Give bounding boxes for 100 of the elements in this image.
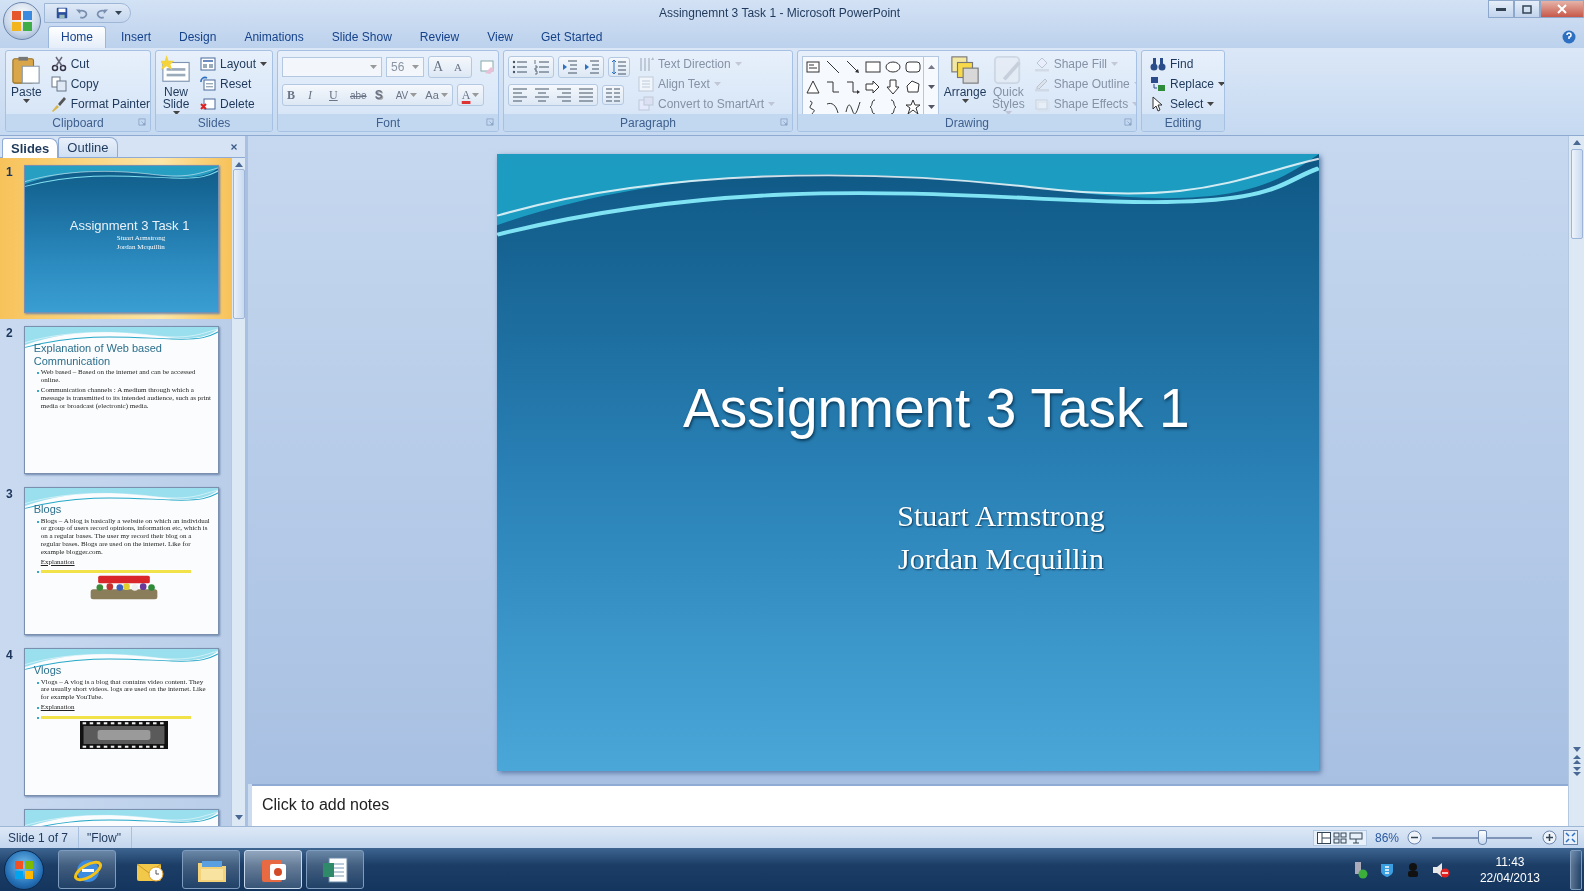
replace-button[interactable]: Replace xyxy=(1146,74,1224,94)
fit-window-icon[interactable] xyxy=(1563,830,1578,845)
font-name-field[interactable] xyxy=(282,57,382,77)
select-button[interactable]: Select xyxy=(1146,94,1224,114)
italic-button[interactable]: I xyxy=(304,85,325,105)
start-button[interactable] xyxy=(4,849,44,890)
ribbon-tab[interactable]: Slide Show xyxy=(318,26,405,48)
taskbar-button[interactable] xyxy=(244,850,302,889)
scrollbar[interactable] xyxy=(1568,784,1584,826)
strikethrough-button[interactable]: abe xyxy=(346,85,371,105)
scrollbar[interactable] xyxy=(231,158,245,826)
ribbon-tab[interactable]: Insert xyxy=(108,26,165,48)
font-color-button[interactable]: A xyxy=(457,85,484,105)
ribbon-tab[interactable]: Design xyxy=(166,26,230,48)
slide-thumbnail[interactable] xyxy=(23,326,219,474)
right-arrow-shape-icon xyxy=(865,79,881,95)
taskbar-button[interactable] xyxy=(306,850,364,889)
slide-canvas[interactable]: Assignment 3 Task 1 Stuart Armstrong Jordan Mcquillin xyxy=(497,154,1319,771)
caret-icon xyxy=(440,93,448,97)
find-button[interactable]: Find xyxy=(1146,54,1224,74)
slideshow-icon[interactable] xyxy=(1348,831,1363,844)
justify-icon xyxy=(578,87,594,103)
previous-slide-icon[interactable] xyxy=(1572,755,1581,764)
bullet-icon xyxy=(36,372,39,375)
eraser-icon xyxy=(479,59,495,75)
bold-button[interactable]: B xyxy=(283,85,304,105)
scroll-up-icon[interactable] xyxy=(1572,140,1581,145)
pane-tab[interactable]: Outline xyxy=(58,137,118,157)
paintbrush-icon xyxy=(50,96,67,112)
layout-button[interactable]: Layout xyxy=(196,54,272,74)
ribbon-tab[interactable]: Home xyxy=(48,26,106,48)
minimize-button[interactable] xyxy=(1488,0,1514,18)
slide-title: Assignment 3 Task 1 xyxy=(69,218,191,233)
next-slide-icon[interactable] xyxy=(1572,767,1581,776)
windows-logo-icon xyxy=(14,859,34,880)
ribbon-tab[interactable]: View xyxy=(474,26,526,48)
speaker-muted-icon[interactable] xyxy=(1431,861,1450,878)
zoom-in-icon[interactable] xyxy=(1542,830,1557,845)
scroll-up-icon[interactable] xyxy=(234,162,243,167)
scroll-down-icon[interactable] xyxy=(234,815,243,820)
columns-button[interactable] xyxy=(602,85,624,105)
caret-icon xyxy=(22,99,30,103)
zoom-level[interactable]: 86% xyxy=(1374,830,1399,845)
down-arrow-shape-button[interactable] xyxy=(883,77,903,97)
scrollbar-thumb[interactable] xyxy=(232,169,245,319)
pane-tab[interactable]: Slides xyxy=(2,138,59,158)
paste-button[interactable]: Paste xyxy=(10,54,43,114)
underline-button[interactable]: U xyxy=(325,85,346,105)
format-painter-button[interactable]: Format Painter xyxy=(46,94,150,114)
slide-sorter-icon[interactable] xyxy=(1332,831,1347,844)
align-center-icon xyxy=(534,87,550,103)
clock-date[interactable]: 22/04/2013 xyxy=(1479,869,1540,886)
help-icon[interactable] xyxy=(1562,30,1576,44)
new-slide-button[interactable]: New Slide xyxy=(160,54,192,114)
outdent-icon xyxy=(562,59,578,75)
star-shape-button[interactable] xyxy=(903,97,923,117)
replace-icon xyxy=(1150,76,1166,92)
ribbon-tab[interactable]: Get Started xyxy=(527,26,616,48)
close-button[interactable] xyxy=(1540,0,1584,18)
ribbon-tab[interactable]: Review xyxy=(406,26,473,48)
notes-field[interactable]: Click to add notes xyxy=(252,784,1568,826)
caret-icon xyxy=(115,11,122,15)
text-shadow-button[interactable]: S xyxy=(370,85,392,105)
rectangle-shape-icon xyxy=(865,59,881,75)
pencil-icon xyxy=(1033,76,1050,92)
shrink-font-button[interactable]: A xyxy=(450,57,471,77)
clock-time[interactable]: 11:43 xyxy=(1495,853,1525,870)
zoom-out-icon[interactable] xyxy=(1407,830,1422,845)
maximize-button[interactable] xyxy=(1514,0,1540,18)
slide-subtitle[interactable]: Stuart Armstrong xyxy=(897,499,1105,532)
scroll-down-icon[interactable] xyxy=(1572,747,1581,752)
slider-thumb[interactable] xyxy=(1478,830,1487,845)
close-icon[interactable] xyxy=(229,141,239,152)
slide-subtitle[interactable]: Jordan Mcquillin xyxy=(898,542,1104,575)
delete-button[interactable]: Delete xyxy=(196,94,272,114)
scrollbar-thumb[interactable] xyxy=(1570,149,1583,239)
ribbon-tab[interactable]: Animations xyxy=(231,26,317,48)
shadow-square-icon xyxy=(1033,96,1050,112)
character-spacing-button[interactable]: AV xyxy=(391,85,422,105)
copy-button[interactable]: Copy xyxy=(46,74,150,94)
grow-font-button[interactable]: A xyxy=(429,57,450,77)
rounded-rectangle-shape-icon xyxy=(905,59,921,75)
group-label: Paragraph xyxy=(504,114,792,131)
scrollbar[interactable] xyxy=(1568,136,1584,784)
slide-title[interactable]: Assignment 3 Task 1 xyxy=(683,376,1319,440)
reset-button[interactable]: Reset xyxy=(196,74,272,94)
slide-thumbnail[interactable] xyxy=(23,487,219,635)
normal-view-icon[interactable] xyxy=(1316,831,1331,844)
cut-button[interactable]: Cut xyxy=(46,54,150,74)
taskbar-button[interactable] xyxy=(182,850,240,889)
line-spacing-button[interactable] xyxy=(608,57,630,77)
shield-icon[interactable] xyxy=(1379,861,1394,878)
layout-icon xyxy=(200,56,216,72)
arrange-button[interactable]: Arrange xyxy=(943,54,987,114)
change-case-button[interactable]: Aa xyxy=(421,85,452,105)
curve-shape-icon xyxy=(845,99,861,115)
office-button[interactable] xyxy=(3,2,41,40)
bullet-icon xyxy=(36,570,39,573)
show-desktop-button[interactable] xyxy=(1570,849,1582,890)
taskbar-button[interactable] xyxy=(58,850,116,889)
